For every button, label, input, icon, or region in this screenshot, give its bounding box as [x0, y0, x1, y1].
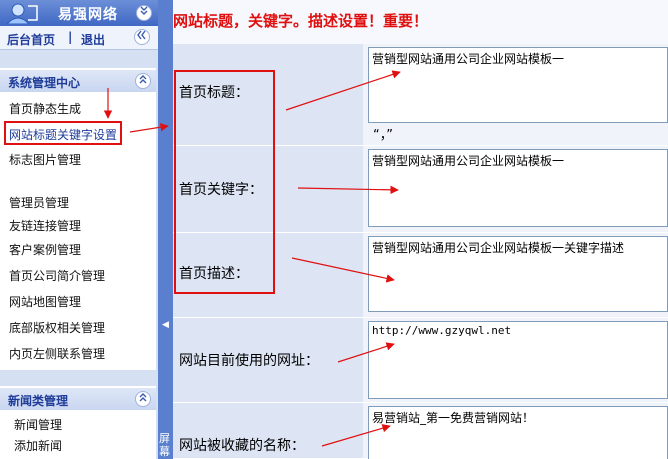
- site-url-label: 网站目前使用的网址：: [179, 353, 319, 369]
- news-menu-title: 新闻类管理: [8, 394, 69, 408]
- news-menu-panel: 新闻类管理 新闻管理 添加新闻: [0, 386, 156, 459]
- menu-item-copyright[interactable]: 底部版权相关管理: [9, 319, 105, 336]
- site-url-input[interactable]: http://www.gzyqwl.net: [368, 321, 668, 399]
- menu-item-news-add[interactable]: 添加新闻: [14, 437, 62, 454]
- menu-item-news-manage[interactable]: 新闻管理: [14, 416, 62, 433]
- menu-item-sitemap[interactable]: 网站地图管理: [9, 293, 81, 310]
- double-chevron-left-icon[interactable]: [134, 29, 150, 45]
- menu-item-admins[interactable]: 管理员管理: [9, 194, 69, 211]
- system-menu-title: 系统管理中心: [8, 76, 81, 90]
- home-title-hint: “，”: [373, 128, 393, 143]
- home-description-input[interactable]: 营销型网站通用公司企业网站模板一关键字描述: [368, 236, 668, 312]
- brand-bar: 易强网络: [0, 0, 158, 26]
- brand-title: 易强网络: [58, 7, 118, 23]
- system-menu-header[interactable]: 系统管理中心: [0, 70, 156, 92]
- nav-separator: |: [68, 30, 73, 44]
- favorite-name-input[interactable]: 易营销站_第一免费营销网站！: [368, 406, 668, 459]
- menu-item-company-intro[interactable]: 首页公司简介管理: [9, 267, 105, 284]
- collapse-arrow-icon[interactable]: ◀: [162, 320, 169, 330]
- news-menu-header[interactable]: 新闻类管理: [0, 388, 156, 410]
- double-chevron-up-icon[interactable]: [135, 391, 151, 407]
- user-avatar-icon: [6, 3, 38, 24]
- double-chevron-up-icon[interactable]: [135, 73, 151, 89]
- form-row-home-title: 首页标题： 营销型网站通用公司企业网站模板一 “，”: [173, 44, 668, 146]
- form-row-home-description: 首页描述： 营销型网站通用公司企业网站模板一关键字描述: [173, 233, 668, 318]
- top-nav: 后台首页 | 退出: [0, 26, 158, 50]
- main-content: 网站标题，关键字。描述设置！重要！ 首页标题： 营销型网站通用公司企业网站模板一…: [173, 0, 668, 459]
- menu-item-logo-images[interactable]: 标志图片管理: [9, 151, 81, 168]
- home-title-label: 首页标题：: [179, 85, 249, 101]
- form-row-home-keywords: 首页关键字： 营销型网站通用公司企业网站模板一: [173, 146, 668, 233]
- form-row-favorite-name: 网站被收藏的名称： 易营销站_第一免费营销网站！: [173, 403, 668, 459]
- home-title-input[interactable]: 营销型网站通用公司企业网站模板一: [368, 47, 668, 123]
- home-keywords-label: 首页关键字：: [179, 182, 263, 198]
- menu-item-static-generate[interactable]: 首页静态生成: [9, 100, 81, 117]
- sidebar-splitter[interactable]: ◀ 屏幕: [158, 0, 173, 459]
- menu-item-cases[interactable]: 客户案例管理: [9, 241, 81, 258]
- system-menu-panel: 系统管理中心 首页静态生成 网站标题关键字设置 标志图片管理 管理员管理 友链连…: [0, 68, 156, 370]
- form-row-site-url: 网站目前使用的网址： http://www.gzyqwl.net: [173, 318, 668, 403]
- home-description-label: 首页描述：: [179, 266, 249, 282]
- logout-link[interactable]: 退出: [81, 31, 105, 48]
- menu-item-title-keywords[interactable]: 网站标题关键字设置: [9, 126, 117, 143]
- menu-item-friend-links[interactable]: 友链连接管理: [9, 217, 81, 234]
- sidebar: 易强网络 后台首页 | 退出 系统管理中心 首页静态生成 网站标题关键字设置 标…: [0, 0, 158, 459]
- splitter-label: 屏幕: [159, 432, 170, 458]
- home-keywords-input[interactable]: 营销型网站通用公司企业网站模板一: [368, 149, 668, 227]
- menu-item-contact[interactable]: 内页左侧联系管理: [9, 345, 105, 362]
- page-title: 网站标题，关键字。描述设置！重要！: [173, 12, 429, 30]
- home-link[interactable]: 后台首页: [7, 31, 55, 48]
- favorite-name-label: 网站被收藏的名称：: [179, 438, 305, 454]
- double-chevron-down-icon[interactable]: [136, 5, 152, 21]
